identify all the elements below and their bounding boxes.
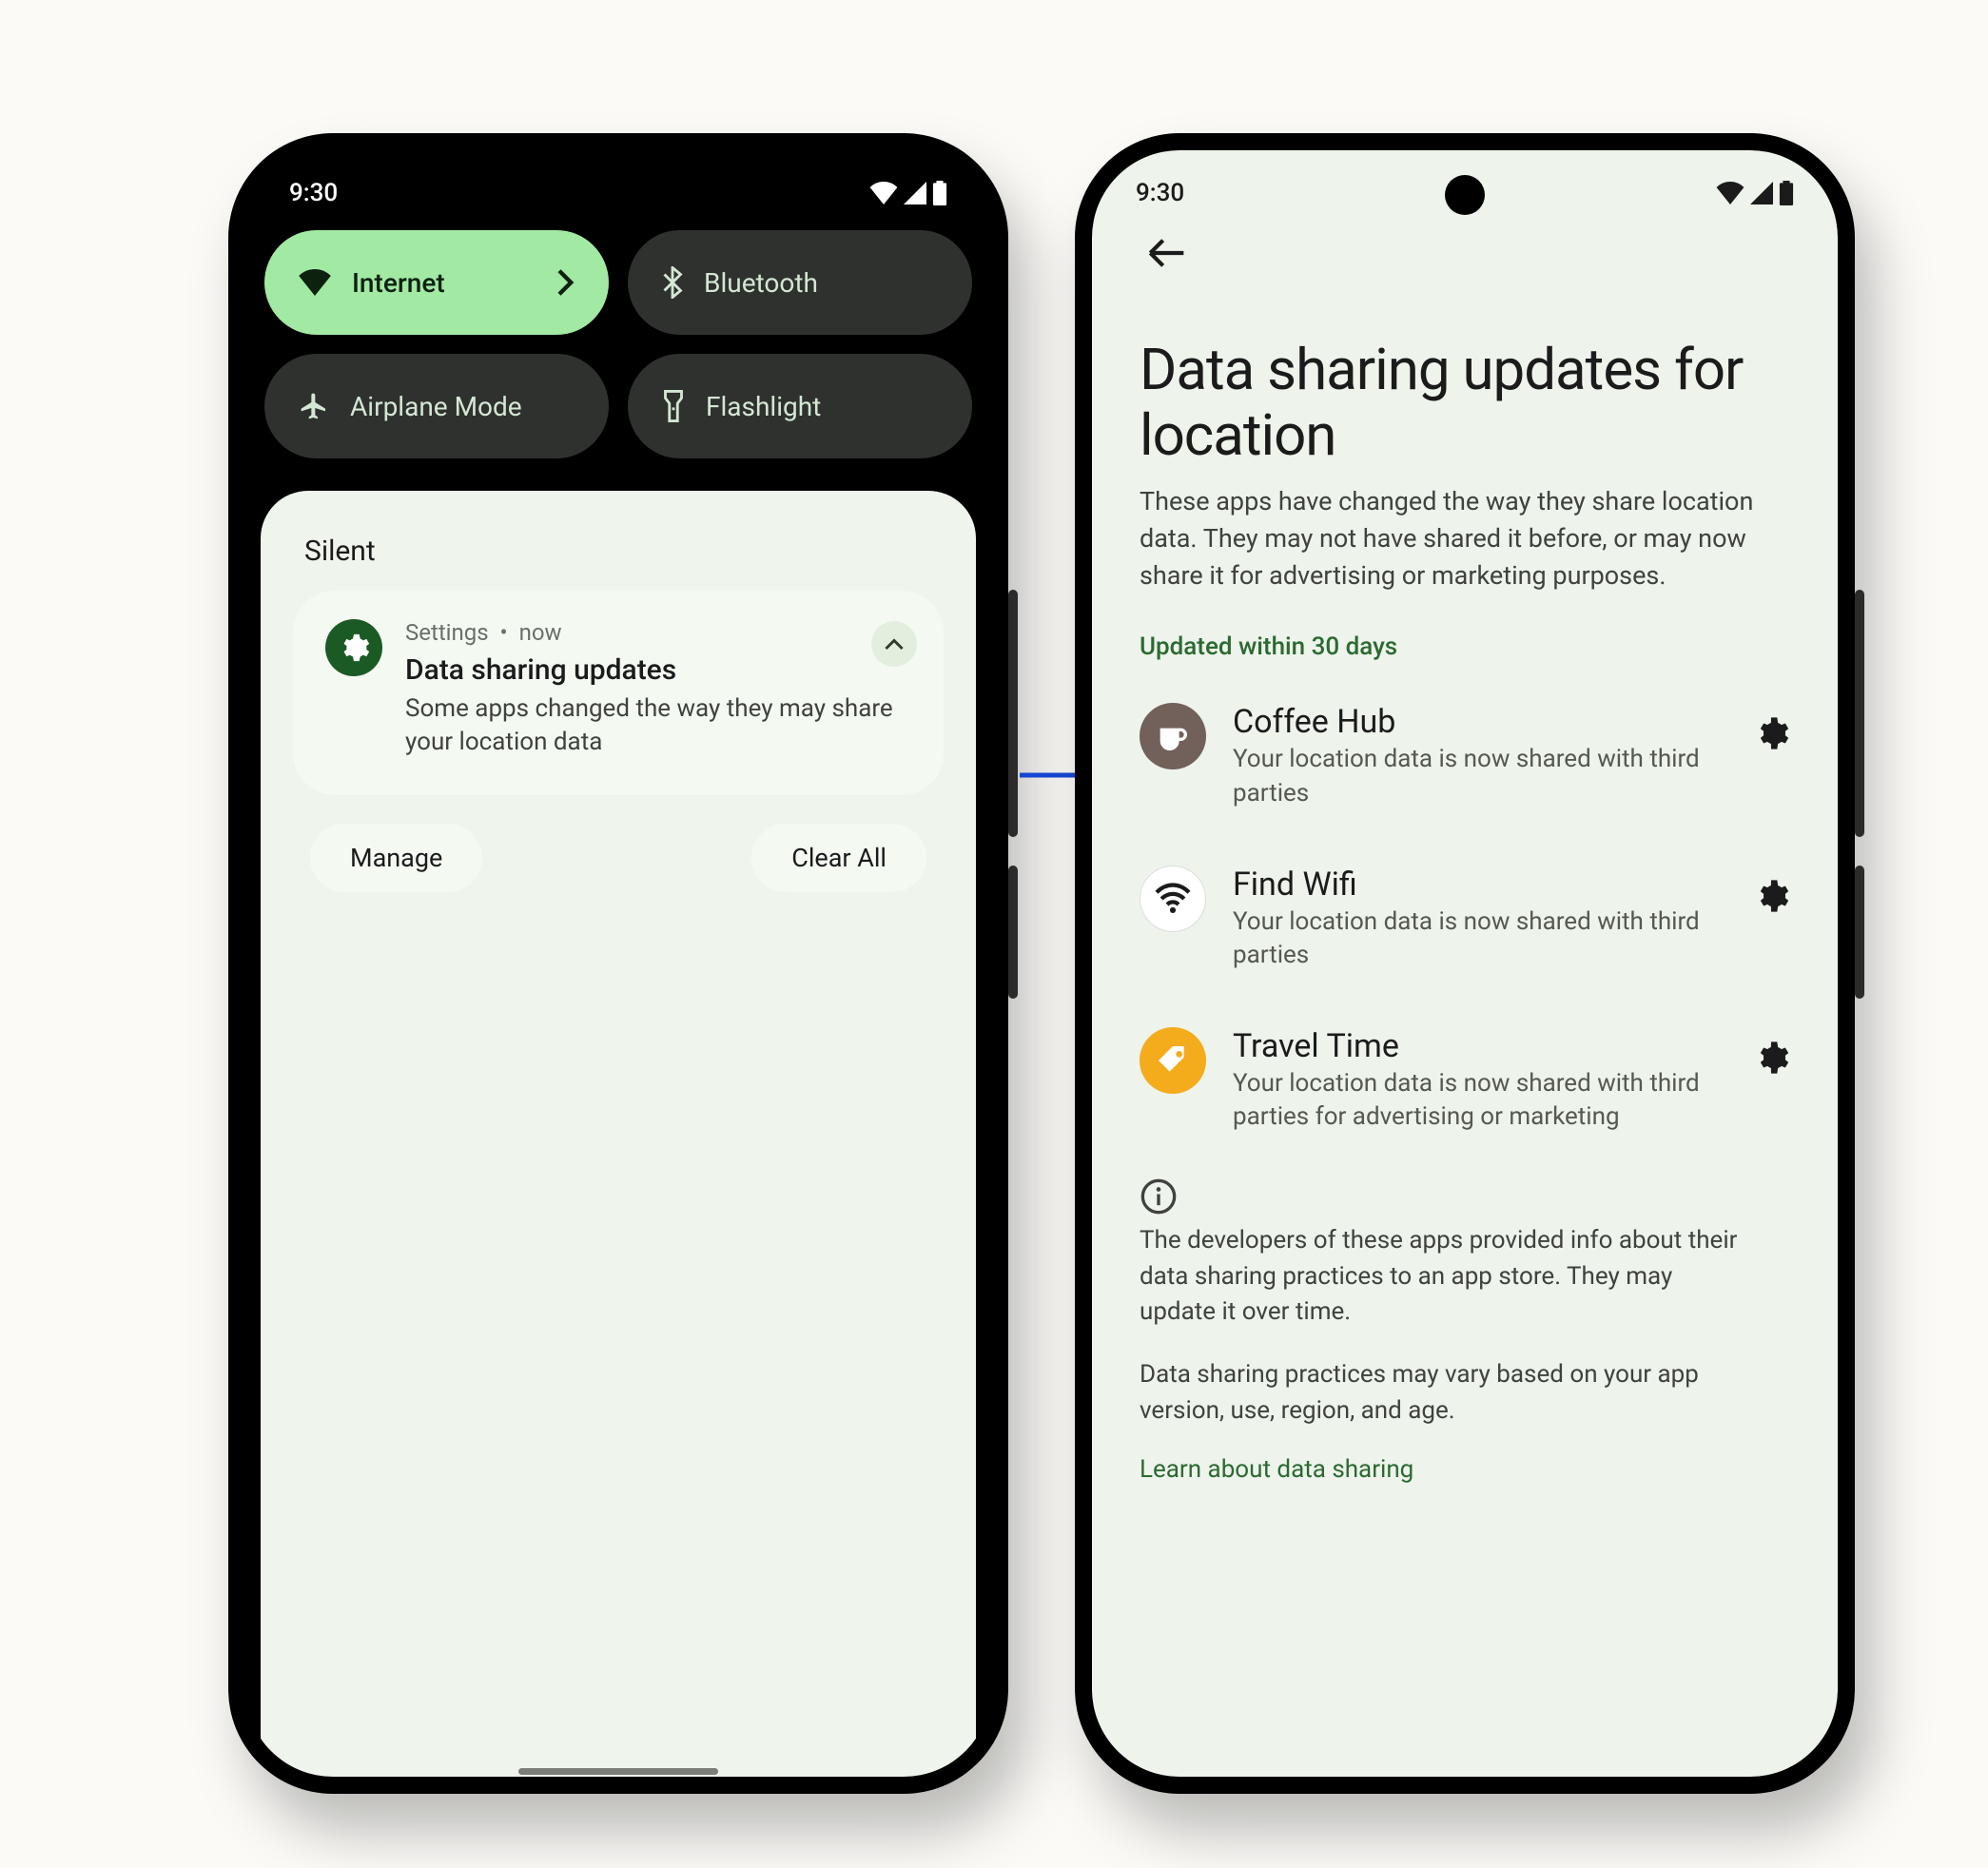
bluetooth-icon — [662, 266, 683, 299]
gear-icon — [1752, 1039, 1790, 1077]
manage-button[interactable]: Manage — [310, 824, 482, 892]
app-settings-button[interactable] — [1752, 877, 1790, 915]
expand-button[interactable] — [871, 621, 917, 667]
wifi-icon — [1153, 883, 1193, 915]
gesture-handle[interactable] — [518, 1768, 718, 1775]
app-desc: Your location data is now shared with th… — [1233, 743, 1708, 809]
gear-icon — [1752, 714, 1790, 752]
page-subtitle: These apps have changed the way they sha… — [1140, 483, 1790, 594]
volume-rocker — [1008, 590, 1018, 837]
section-header: Updated within 30 days — [1140, 632, 1790, 661]
chevron-right-icon — [557, 269, 575, 296]
clear-all-button[interactable]: Clear All — [751, 824, 926, 892]
status-time: 9:30 — [1136, 179, 1184, 207]
coffee-cup-icon — [1154, 717, 1192, 755]
qs-tile-flashlight[interactable]: Flashlight — [628, 354, 972, 458]
notification-time: now — [519, 619, 562, 646]
settings-app-icon — [325, 619, 382, 676]
qs-tile-airplane[interactable]: Airplane Mode — [264, 354, 609, 458]
travel-time-app-icon — [1140, 1027, 1206, 1094]
power-button — [1008, 866, 1018, 999]
app-desc: Your location data is now shared with th… — [1233, 1067, 1708, 1134]
wifi-icon — [869, 182, 898, 204]
find-wifi-app-icon — [1140, 866, 1206, 932]
app-row-coffee-hub[interactable]: Coffee Hub Your location data is now sha… — [1140, 682, 1790, 844]
status-icons — [869, 181, 947, 205]
wifi-icon — [1716, 182, 1744, 204]
qs-tile-internet[interactable]: Internet — [264, 230, 609, 335]
footnote-2: Data sharing practices may vary based on… — [1140, 1357, 1748, 1429]
power-button — [1855, 866, 1864, 999]
app-name: Travel Time — [1233, 1027, 1725, 1065]
app-settings-button[interactable] — [1752, 1039, 1790, 1077]
app-desc: Your location data is now shared with th… — [1233, 905, 1708, 972]
notification-data-sharing[interactable]: Settings • now Data sharing updates Some… — [293, 591, 944, 795]
battery-icon — [1779, 181, 1794, 205]
app-row-find-wifi[interactable]: Find Wifi Your location data is now shar… — [1140, 845, 1790, 1006]
status-icons — [1716, 181, 1794, 205]
notification-title: Data sharing updates — [405, 653, 900, 687]
info-icon — [1140, 1177, 1790, 1216]
learn-more-link[interactable]: Learn about data sharing — [1140, 1455, 1790, 1484]
flashlight-icon — [662, 390, 685, 422]
qs-tile-label: Flashlight — [706, 391, 821, 422]
gear-icon — [1752, 877, 1790, 915]
wifi-icon — [299, 269, 331, 296]
phone-data-sharing-detail: 9:30 Data sharing updates for location T… — [1075, 133, 1855, 1794]
tag-icon — [1154, 1041, 1192, 1080]
status-bar: 9:30 — [245, 150, 991, 217]
silent-section-header: Silent — [304, 535, 944, 568]
footnote-1: The developers of these apps provided in… — [1140, 1223, 1748, 1331]
notification-meta: Settings • now — [405, 619, 900, 646]
qs-tile-label: Internet — [352, 267, 445, 299]
app-name: Coffee Hub — [1233, 703, 1725, 741]
airplane-icon — [299, 391, 329, 421]
notification-shade: Silent Settings • now Data sharing updat — [261, 491, 976, 1777]
cell-signal-icon — [904, 182, 926, 204]
qs-tile-bluetooth[interactable]: Bluetooth — [628, 230, 972, 335]
notification-body: Some apps changed the way they may share… — [405, 692, 900, 759]
status-time: 9:30 — [289, 179, 338, 207]
page-title: Data sharing updates for location — [1140, 337, 1790, 468]
app-row-travel-time[interactable]: Travel Time Your location data is now sh… — [1140, 1006, 1790, 1168]
gear-icon — [338, 632, 370, 664]
phone-notification-shade: 9:30 Internet Bluetooth — [228, 133, 1008, 1794]
cell-signal-icon — [1750, 182, 1773, 204]
camera-cutout — [1445, 175, 1485, 215]
back-button[interactable] — [1140, 217, 1790, 280]
app-settings-button[interactable] — [1752, 714, 1790, 752]
coffee-hub-app-icon — [1140, 703, 1206, 769]
quick-settings-grid: Internet Bluetooth Airplane Mode Flashli… — [245, 217, 991, 472]
arrow-left-icon — [1147, 236, 1185, 270]
app-name: Find Wifi — [1233, 866, 1725, 904]
battery-icon — [932, 181, 947, 205]
volume-rocker — [1855, 590, 1864, 837]
notification-app-name: Settings — [405, 619, 489, 646]
chevron-up-icon — [885, 637, 904, 651]
qs-tile-label: Airplane Mode — [350, 391, 522, 422]
qs-tile-label: Bluetooth — [704, 267, 818, 299]
